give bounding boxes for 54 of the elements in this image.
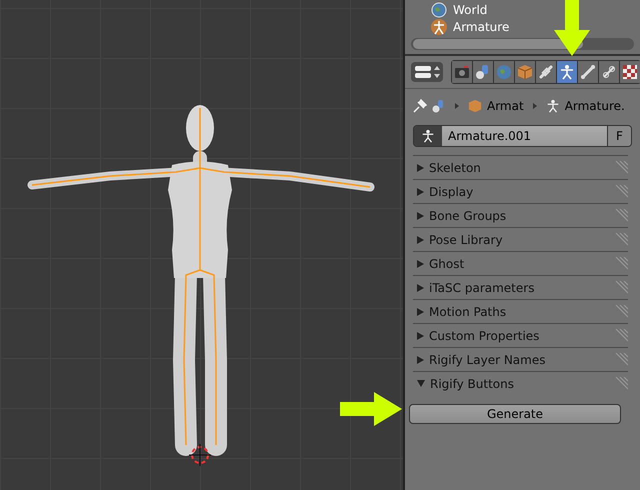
pin-icon[interactable] — [413, 99, 427, 113]
properties-tab[interactable] — [515, 61, 535, 83]
bone-link-icon — [603, 66, 615, 78]
panel-header[interactable]: Pose Library — [413, 227, 628, 251]
breadcrumb-item[interactable]: Armat — [487, 99, 524, 113]
properties-tab[interactable] — [473, 61, 493, 83]
checker-icon — [623, 65, 637, 79]
breadcrumb-separator-icon — [455, 103, 459, 109]
editor-type-dropdown[interactable] — [411, 62, 443, 82]
panel-header[interactable]: iTaSC parameters — [413, 275, 628, 299]
properties-tab[interactable] — [620, 61, 640, 83]
armature-figure-icon — [560, 65, 574, 80]
scene-icon — [432, 99, 446, 113]
globe-icon — [497, 65, 511, 79]
panel-header[interactable]: Skeleton — [413, 155, 628, 179]
drag-grip-icon[interactable] — [614, 232, 628, 246]
panel-header[interactable]: Ghost — [413, 251, 628, 275]
panel-header[interactable]: Bone Groups — [413, 203, 628, 227]
properties-tab[interactable] — [557, 61, 577, 83]
cube-icon — [468, 99, 482, 113]
drag-grip-icon[interactable] — [614, 256, 628, 270]
scene-icon — [476, 65, 488, 79]
camera-icon — [455, 66, 469, 78]
scrollbar[interactable] — [411, 38, 634, 50]
3d-cursor-icon — [188, 444, 212, 466]
armature-figure-icon — [546, 99, 560, 113]
properties-tab[interactable] — [578, 61, 598, 83]
properties-tab[interactable] — [599, 61, 619, 83]
drag-grip-icon[interactable] — [614, 352, 628, 366]
generate-button[interactable]: Generate — [409, 404, 621, 424]
annotation-arrow — [340, 392, 402, 426]
drag-grip-icon[interactable] — [614, 304, 628, 318]
properties-tab[interactable] — [452, 61, 472, 83]
annotation-arrow — [554, 0, 590, 56]
drag-grip-icon[interactable] — [614, 184, 628, 198]
drag-grip-icon[interactable] — [614, 376, 628, 390]
globe-icon — [431, 2, 447, 18]
panel-header[interactable]: Rigify Layer Names — [413, 347, 628, 371]
panel-header[interactable]: Rigify Buttons — [413, 371, 628, 395]
bone-icon — [581, 65, 595, 79]
panel-header[interactable]: Display — [413, 179, 628, 203]
breadcrumb-separator-icon — [532, 103, 537, 109]
cube-icon — [518, 65, 532, 80]
drag-grip-icon[interactable] — [614, 160, 628, 174]
drag-grip-icon[interactable] — [614, 280, 628, 294]
breadcrumb-item[interactable]: Armature. — [564, 99, 625, 113]
drag-grip-icon[interactable] — [614, 328, 628, 342]
drag-grip-icon[interactable] — [614, 208, 628, 222]
panel-header[interactable]: Custom Properties — [413, 323, 628, 347]
armature-figure-icon — [431, 18, 447, 34]
panel-header[interactable]: Motion Paths — [413, 299, 628, 323]
outliner-item[interactable]: Armature — [453, 20, 510, 34]
properties-tab[interactable] — [536, 61, 556, 83]
outliner-item[interactable]: World — [453, 2, 488, 16]
